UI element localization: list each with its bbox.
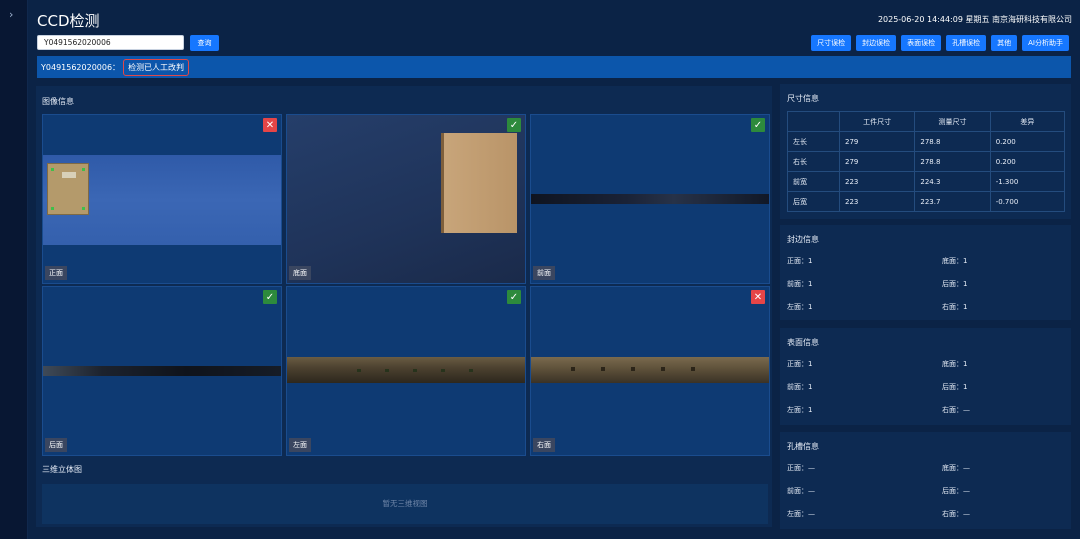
table-header-row: 工件尺寸 测量尺寸 差异 (787, 111, 1066, 132)
edge-info-card: 封边信息 正面：1 底面：1 前面：1 后面：1 左面：1 右面：1 (780, 225, 1071, 320)
front-side-image (531, 194, 769, 204)
status-bar: Y0491562020006： 检测已人工改判 (37, 56, 1071, 78)
surface-front: 正面：1 (787, 360, 813, 368)
edge-back: 后面：1 (942, 280, 968, 288)
other-button[interactable]: 其他 (991, 35, 1018, 51)
edge-front: 正面：1 (787, 257, 813, 265)
image-cell-back[interactable]: ✓ 后面 (42, 286, 282, 456)
status-badge: 检测已人工改判 (123, 58, 190, 76)
cell: 223 (838, 191, 916, 212)
image-cell-front[interactable]: ✕ 正面 (42, 114, 282, 284)
3d-viewer[interactable]: 暂无三维视图 (42, 484, 768, 524)
bottom-board (441, 133, 517, 233)
pass-icon: ✓ (507, 118, 521, 132)
image-grid: ✕ 正面 ✓ 底面 ✓ 前面 ✓ 后面 ✓ 左面 ✕ 右面 (42, 114, 770, 456)
query-button[interactable]: 查询 (190, 35, 219, 51)
hole-front: 正面：— (787, 464, 815, 472)
image-cell-front-side[interactable]: ✓ 前面 (530, 114, 770, 284)
image-panel: 图像信息 ✕ 正面 ✓ 底面 ✓ 前面 ✓ 后面 ✓ 左面 ✕ 右面 三维立体图… (36, 86, 772, 527)
front-board (47, 163, 89, 215)
surface-info-card: 表面信息 正面：1 底面：1 前面：1 后面：1 左面：1 右面：— (780, 328, 1071, 425)
pass-icon: ✓ (751, 118, 765, 132)
page-title: CCD检测 (37, 12, 100, 30)
image-label: 前面 (533, 266, 555, 280)
pass-icon: ✓ (263, 290, 277, 304)
datetime-company: 2025-06-20 14:44:09 星期五 南京海研科技有限公司 (877, 15, 1072, 24)
left-rail: › (0, 0, 28, 539)
back-image (43, 366, 281, 376)
col-header: 测量尺寸 (914, 111, 991, 132)
hole-info-title: 孔槽信息 (787, 442, 819, 451)
hole-bottom: 底面：— (942, 464, 970, 472)
surface-right: 右面：— (942, 406, 970, 414)
fail-icon: ✕ (751, 290, 765, 304)
surface-left: 左面：1 (787, 406, 813, 414)
surface-info-title: 表面信息 (787, 338, 819, 347)
status-serial: Y0491562020006： (41, 62, 121, 72)
hole-right: 右面：— (942, 510, 970, 518)
toolbar: 尺寸误检 封边误检 表面误检 孔槽误检 其他 AI分析助手 (811, 35, 1069, 51)
hole-front-side: 前面：— (787, 487, 815, 495)
table-row: 前宽 223 224.3 -1.300 (787, 171, 1066, 192)
chevron-right-icon[interactable]: › (9, 8, 13, 21)
left-image (287, 357, 525, 383)
viewer-empty-text: 暂无三维视图 (382, 499, 428, 508)
cell: 前宽 (787, 171, 840, 192)
fail-icon: ✕ (263, 118, 277, 132)
image-label: 底面 (289, 266, 311, 280)
surface-bottom: 底面：1 (942, 360, 968, 368)
image-cell-left[interactable]: ✓ 左面 (286, 286, 526, 456)
table-row: 右长 279 278.8 0.200 (787, 151, 1066, 172)
pass-icon: ✓ (507, 290, 521, 304)
image-cell-right[interactable]: ✕ 右面 (530, 286, 770, 456)
hole-misdetect-button[interactable]: 孔槽误检 (946, 35, 987, 51)
edge-bottom: 底面：1 (942, 257, 968, 265)
image-label: 右面 (533, 438, 555, 452)
cell: 279 (838, 151, 916, 172)
cell: 279 (838, 131, 916, 152)
right-image (531, 357, 769, 383)
search-input[interactable] (37, 35, 184, 50)
cell: 右长 (787, 151, 840, 172)
cell: 224.3 (914, 171, 991, 192)
table-row: 后宽 223 223.7 -0.700 (787, 191, 1066, 212)
edge-left: 左面：1 (787, 303, 813, 311)
image-label: 正面 (45, 266, 67, 280)
edge-misdetect-button[interactable]: 封边误检 (856, 35, 897, 51)
size-misdetect-button[interactable]: 尺寸误检 (811, 35, 852, 51)
hole-left: 左面：— (787, 510, 815, 518)
surface-misdetect-button[interactable]: 表面误检 (901, 35, 942, 51)
col-header: 差异 (989, 111, 1066, 132)
cell: 278.8 (914, 151, 991, 172)
hole-info-card: 孔槽信息 正面：— 底面：— 前面：— 后面：— 左面：— 右面：— (780, 432, 1071, 529)
edge-info-title: 封边信息 (787, 235, 819, 244)
image-section-title: 图像信息 (42, 97, 74, 106)
viewer-section-title: 三维立体图 (42, 465, 82, 474)
cell: 223.7 (914, 191, 991, 212)
col-header (787, 111, 840, 132)
main-area: CCD检测 2025-06-20 14:44:09 星期五 南京海研科技有限公司… (28, 0, 1080, 539)
cell: 后宽 (787, 191, 840, 212)
cell: 0.200 (989, 151, 1066, 172)
cell: 0.200 (989, 131, 1066, 152)
cell: -1.300 (989, 171, 1066, 192)
size-info-card: 尺寸信息 工件尺寸 测量尺寸 差异 左长 279 278.8 0.200 右长 … (780, 84, 1071, 219)
surface-front-side: 前面：1 (787, 383, 813, 391)
cell: -0.700 (989, 191, 1066, 212)
table-row: 左长 279 278.8 0.200 (787, 131, 1066, 152)
hole-back: 后面：— (942, 487, 970, 495)
image-label: 左面 (289, 438, 311, 452)
edge-right: 右面：1 (942, 303, 968, 311)
size-table: 工件尺寸 测量尺寸 差异 左长 279 278.8 0.200 右长 279 2… (787, 111, 1066, 212)
image-cell-bottom[interactable]: ✓ 底面 (286, 114, 526, 284)
col-header: 工件尺寸 (838, 111, 916, 132)
cell: 278.8 (914, 131, 991, 152)
image-label: 后面 (45, 438, 67, 452)
edge-front-side: 前面：1 (787, 280, 813, 288)
ai-assistant-button[interactable]: AI分析助手 (1022, 35, 1069, 51)
cell: 左长 (787, 131, 840, 152)
size-info-title: 尺寸信息 (787, 94, 819, 103)
surface-back: 后面：1 (942, 383, 968, 391)
cell: 223 (838, 171, 916, 192)
